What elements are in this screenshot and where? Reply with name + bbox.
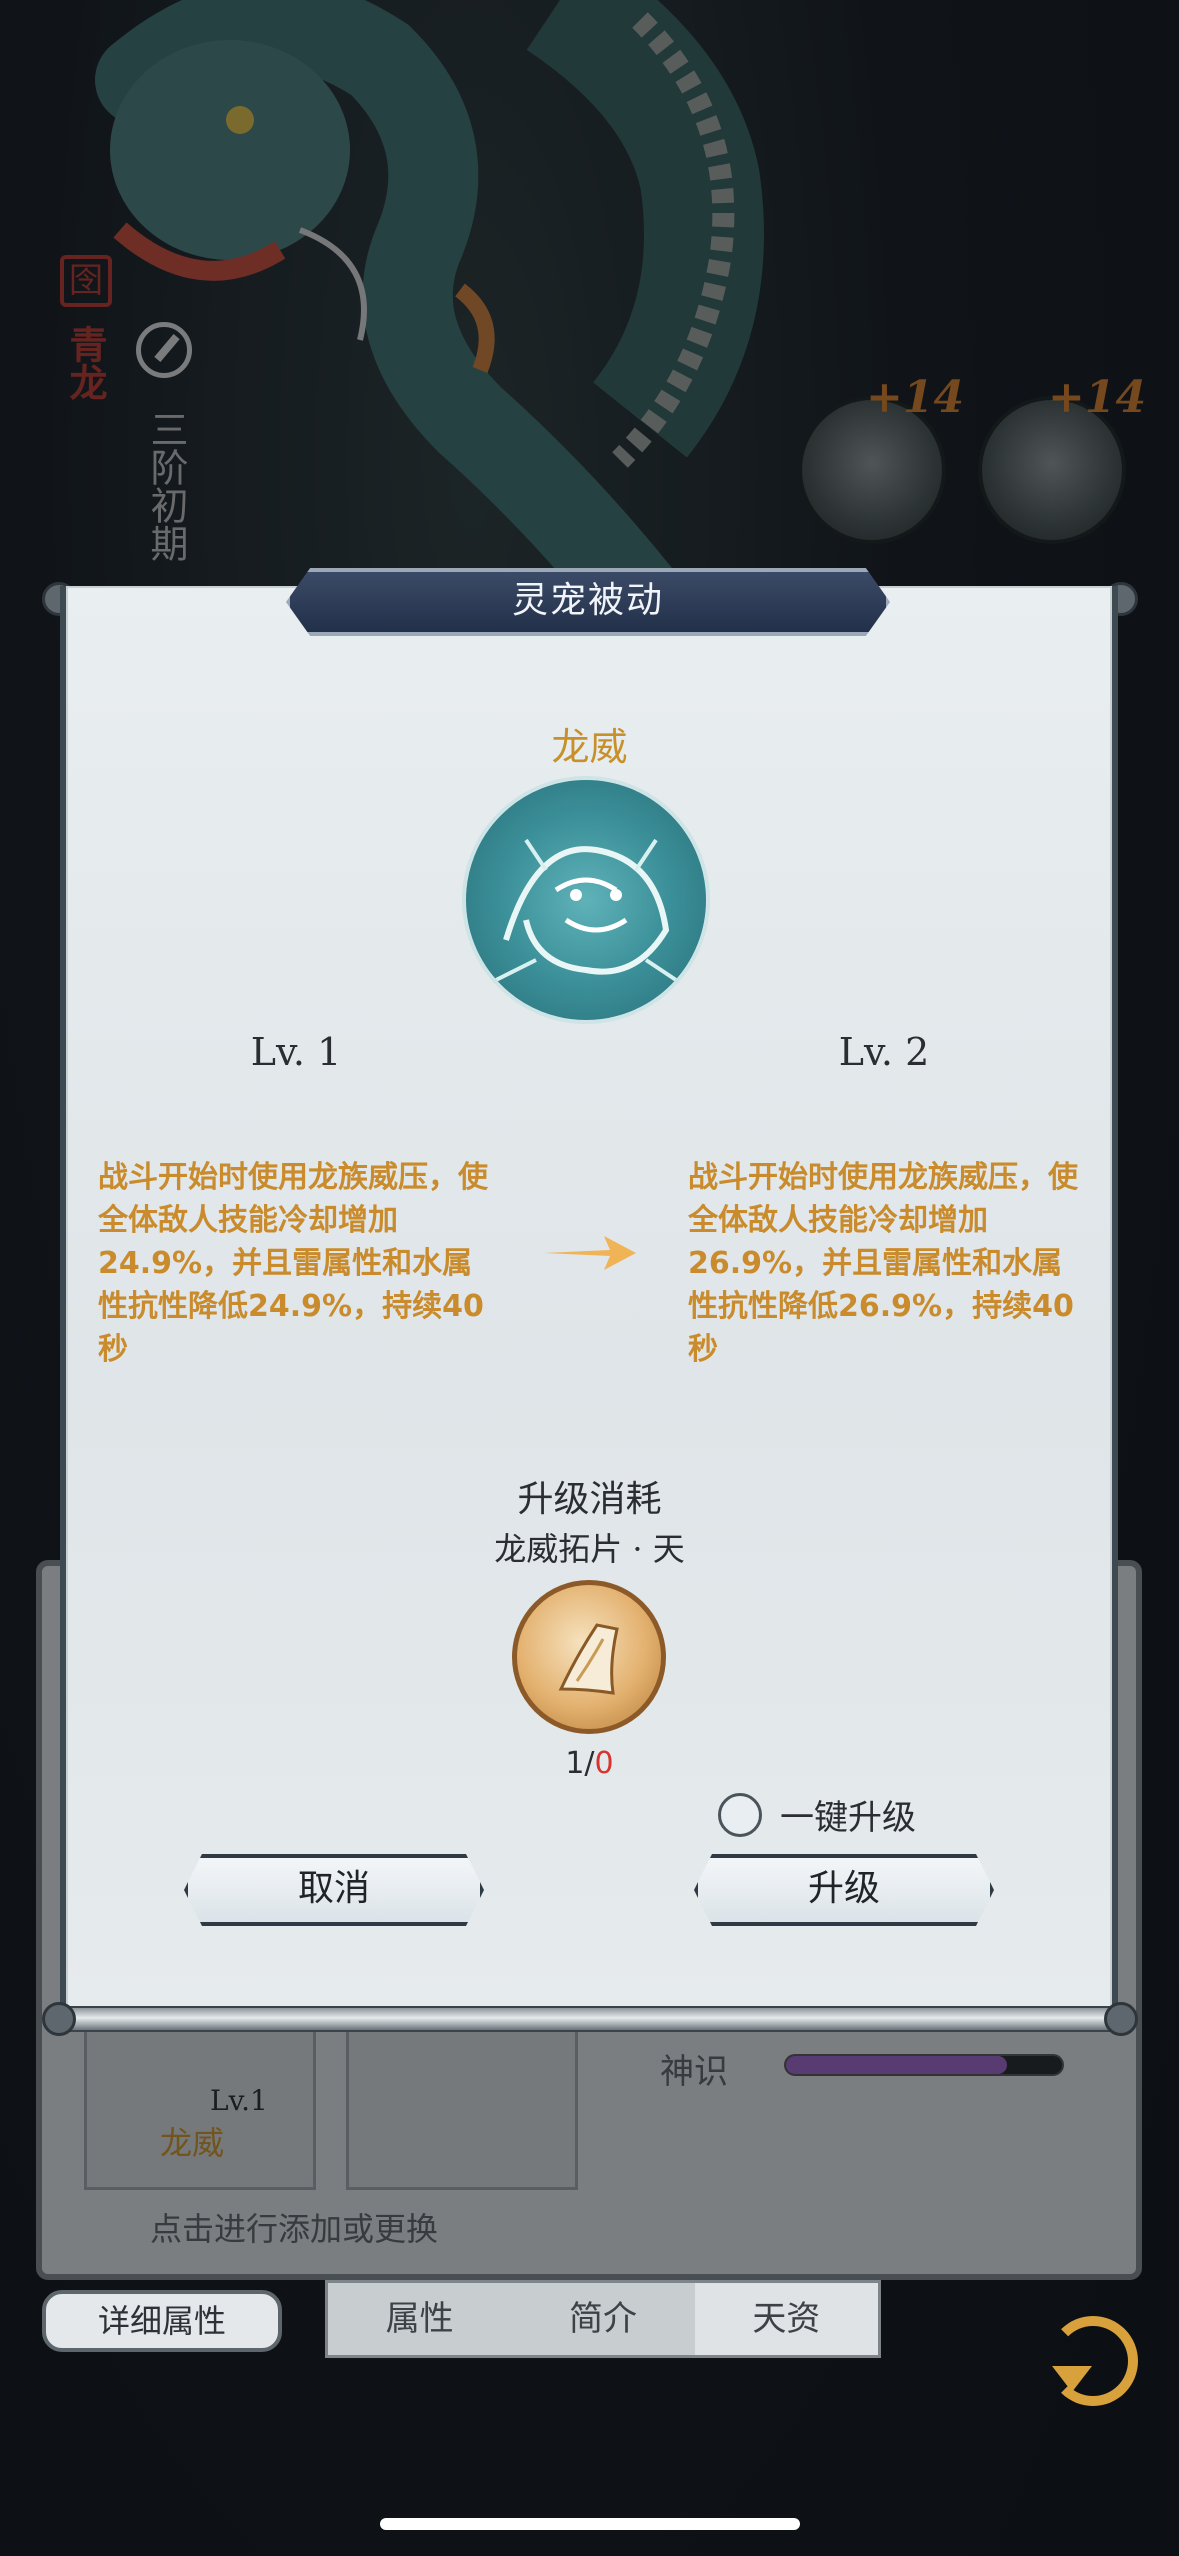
- detail-attributes-button[interactable]: 详细属性: [42, 2290, 282, 2352]
- scroll-cap-left-bottom: [42, 2002, 76, 2036]
- scroll-cap-right-bottom: [1104, 2002, 1138, 2036]
- cancel-button[interactable]: 取消: [184, 1854, 484, 1926]
- next-level-description: 战斗开始时使用龙族威压，使全体敌人技能冷却增加26.9%，并且雷属性和水属性抗性…: [688, 1160, 1078, 1367]
- current-level: Lv. 1: [250, 1030, 342, 1074]
- cost-item-name: 龙威拓片 · 天: [494, 1530, 685, 1568]
- rubbing-scroll-icon[interactable]: [512, 1580, 666, 1734]
- oneclick-radio[interactable]: [718, 1792, 762, 1837]
- back-icon[interactable]: [1048, 2316, 1138, 2406]
- cost-title: 升级消耗: [517, 1479, 662, 1520]
- oneclick-upgrade-toggle[interactable]: 一键升级: [718, 1790, 916, 1839]
- next-level: Lv. 2: [838, 1030, 930, 1074]
- tab-intro[interactable]: 简介: [511, 2283, 694, 2355]
- cost-required: 1/: [565, 1746, 595, 1781]
- dragon-skill-icon: [462, 776, 710, 1024]
- cost-count: 1/0: [0, 1746, 1179, 1781]
- skill-name: 龙威: [551, 725, 628, 769]
- oneclick-label: 一键升级: [780, 1798, 916, 1838]
- arrow-right-icon: [544, 1236, 636, 1270]
- current-level-description: 战斗开始时使用龙族威压，使全体敌人技能冷却增加24.9%，并且雷属性和水属性抗性…: [98, 1160, 488, 1367]
- dialog-title: 灵宠被动: [286, 568, 890, 636]
- bottom-tabs: 属性 简介 天资: [325, 2280, 881, 2358]
- scroll-rod-bottom: [44, 2006, 1136, 2032]
- tab-talent[interactable]: 天资: [694, 2283, 878, 2355]
- home-indicator[interactable]: [380, 2518, 800, 2530]
- cost-have: 0: [594, 1746, 614, 1781]
- tab-attributes[interactable]: 属性: [328, 2283, 511, 2355]
- upgrade-button[interactable]: 升级: [694, 1854, 994, 1926]
